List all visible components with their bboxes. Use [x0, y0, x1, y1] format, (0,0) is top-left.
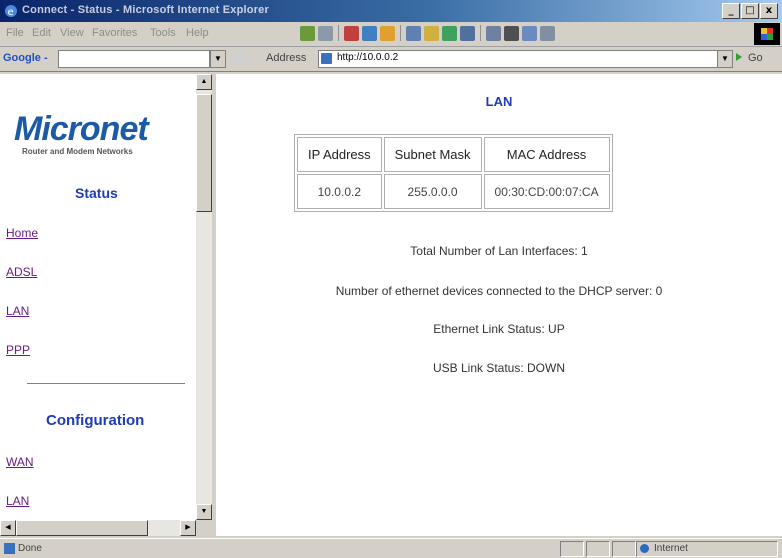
- status-pane: [586, 541, 610, 557]
- toolbar-separator: [400, 25, 401, 41]
- nav-link-ppp[interactable]: PPP: [6, 343, 30, 357]
- back-icon[interactable]: [300, 25, 315, 41]
- column-header: MAC Address: [483, 137, 610, 172]
- print-icon[interactable]: [504, 25, 519, 41]
- minimize-button[interactable]: _: [722, 3, 740, 19]
- content-frame: LAN IP Address Subnet Mask MAC Address 1…: [216, 74, 782, 536]
- nav-link-adsl[interactable]: ADSL: [6, 265, 37, 279]
- status-text: Done: [18, 543, 42, 554]
- page-icon: [321, 53, 332, 64]
- status-pane: [560, 541, 584, 557]
- go-icon[interactable]: [736, 53, 742, 61]
- ie-icon: e: [5, 5, 17, 18]
- menu-tools[interactable]: Tools: [150, 27, 176, 39]
- column-header: Subnet Mask: [383, 137, 482, 172]
- google-toolbar-label[interactable]: Google -: [3, 52, 48, 64]
- column-header: IP Address: [297, 137, 382, 172]
- internet-zone-icon: [640, 544, 649, 553]
- svg-text:e: e: [8, 7, 14, 18]
- google-dropdown-icon[interactable]: ▼: [210, 50, 226, 68]
- scroll-corner: [196, 520, 212, 536]
- ethernet-link-status: Ethernet Link Status: UP: [433, 322, 565, 336]
- sidebar-horizontal-scrollbar[interactable]: ◀ ▶: [0, 520, 196, 536]
- status-pane: [612, 541, 636, 557]
- table-header-row: IP Address Subnet Mask MAC Address: [297, 137, 610, 172]
- home-icon[interactable]: [380, 25, 395, 41]
- maximize-button[interactable]: □: [741, 3, 759, 19]
- google-search-icon[interactable]: [232, 51, 246, 65]
- status-heading: Status: [75, 185, 118, 201]
- configuration-heading: Configuration: [46, 412, 145, 429]
- window-title: Connect - Status - Microsoft Internet Ex…: [22, 4, 269, 16]
- ip-address-cell: 10.0.0.2: [297, 174, 382, 209]
- toolbar-separator: [338, 25, 339, 41]
- scroll-thumb[interactable]: [196, 94, 212, 212]
- menu-edit[interactable]: Edit: [32, 27, 51, 39]
- brand-tagline: Router and Modem Networks: [22, 147, 133, 156]
- search-icon[interactable]: [406, 25, 421, 41]
- discuss-icon[interactable]: [540, 25, 555, 41]
- nav-link-wan[interactable]: WAN: [6, 455, 34, 469]
- lan-table: IP Address Subnet Mask MAC Address 10.0.…: [294, 134, 613, 212]
- title-bar: e Connect - Status - Microsoft Internet …: [0, 0, 782, 22]
- page-title: LAN: [485, 94, 513, 109]
- edit-icon[interactable]: [522, 25, 537, 41]
- menu-file[interactable]: File: [6, 27, 24, 39]
- address-dropdown-icon[interactable]: ▼: [717, 50, 733, 68]
- zone-text: Internet: [654, 543, 688, 554]
- dhcp-device-count: Number of ethernet devices connected to …: [335, 284, 663, 298]
- scroll-up-icon[interactable]: ▲: [196, 74, 212, 90]
- media-icon[interactable]: [460, 25, 475, 41]
- lan-interface-count: Total Number of Lan Interfaces: 1: [410, 244, 588, 258]
- go-button[interactable]: Go: [748, 52, 763, 64]
- mac-address-cell: 00:30:CD:00:07:CA: [483, 174, 610, 209]
- history-icon[interactable]: [442, 25, 457, 41]
- window-controls: _ □ x: [722, 2, 778, 20]
- menu-favorites[interactable]: Favorites: [92, 27, 137, 39]
- table-row: 10.0.0.2 255.0.0.0 00:30:CD:00:07:CA: [297, 174, 610, 209]
- toolbar-separator: [480, 25, 481, 41]
- mail-icon[interactable]: [486, 25, 501, 41]
- navigation-frame: Micronet Router and Modem Networks Statu…: [0, 74, 198, 536]
- scroll-right-icon[interactable]: ▶: [180, 520, 196, 536]
- page-done-icon: [4, 543, 15, 554]
- forward-icon[interactable]: [318, 25, 333, 41]
- usb-link-status: USB Link Status: DOWN: [432, 361, 566, 375]
- address-input[interactable]: http://10.0.0.2: [318, 50, 718, 68]
- menu-view[interactable]: View: [60, 27, 84, 39]
- toolbar-icons: [300, 25, 555, 41]
- subnet-mask-cell: 255.0.0.0: [383, 174, 482, 209]
- address-row: Google - ▼ Address http://10.0.0.2 ▼ Go: [0, 47, 782, 72]
- windows-logo-icon: [761, 28, 773, 40]
- throbber: [754, 23, 780, 45]
- menu-help[interactable]: Help: [186, 27, 209, 39]
- close-button[interactable]: x: [760, 3, 778, 19]
- google-search-input[interactable]: [58, 50, 210, 68]
- menu-bar: File Edit View Favorites Tools Help: [0, 22, 782, 47]
- hscroll-thumb[interactable]: [16, 520, 148, 536]
- brand-logo: Micronet: [14, 110, 149, 148]
- scroll-down-icon[interactable]: ▼: [196, 504, 212, 520]
- stop-icon[interactable]: [344, 25, 359, 41]
- status-bar: Done Internet: [0, 538, 782, 558]
- nav-link-home[interactable]: Home: [6, 226, 38, 240]
- favorites-icon[interactable]: [424, 25, 439, 41]
- sidebar-vertical-scrollbar[interactable]: ▲ ▼: [196, 74, 212, 520]
- nav-link-lan[interactable]: LAN: [6, 304, 29, 318]
- refresh-icon[interactable]: [362, 25, 377, 41]
- address-label: Address: [266, 52, 307, 64]
- nav-link-config-lan[interactable]: LAN: [6, 494, 29, 508]
- scroll-left-icon[interactable]: ◀: [0, 520, 16, 536]
- address-url: http://10.0.0.2: [337, 52, 399, 63]
- sidebar-divider: [27, 383, 185, 385]
